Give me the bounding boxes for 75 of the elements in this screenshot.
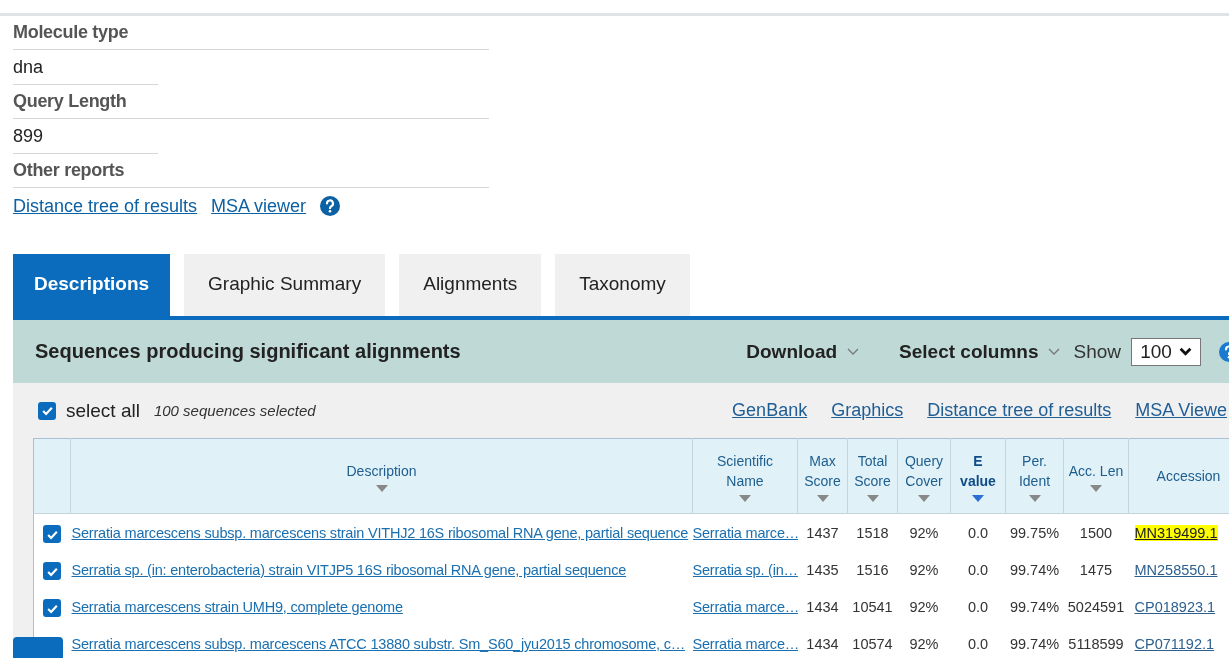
table-cell: 1437 xyxy=(806,524,839,541)
help-icon[interactable] xyxy=(320,196,341,216)
table-cell: 99.74% xyxy=(1009,561,1060,578)
dropdown-menu[interactable]: Download xyxy=(746,340,860,363)
sort-arrow-icon[interactable] xyxy=(375,484,388,492)
table-cell: 5024591 xyxy=(1067,598,1125,615)
table-cell: 10541 xyxy=(852,598,893,615)
table-cell: 1475 xyxy=(1079,561,1113,578)
sort-arrow-icon[interactable] xyxy=(972,494,984,502)
description-link[interactable]: Serratia marcescens strain UMH9, complete genome xyxy=(71,598,403,615)
selected-count: 100 sequences selected xyxy=(153,402,316,419)
table-cell: 0.0 xyxy=(967,561,989,578)
row-checkbox[interactable] xyxy=(43,562,62,581)
field-label: Query Length xyxy=(13,85,489,119)
field-label: Molecule type xyxy=(13,16,489,50)
sort-arrow-icon[interactable] xyxy=(1090,484,1102,492)
table-cell: 1500 xyxy=(1079,524,1113,541)
show-select[interactable]: 100 xyxy=(1131,337,1201,366)
tab[interactable]: Descriptions xyxy=(13,254,171,316)
description-link[interactable]: Serratia marcescens subsp. marcescens ATCC 13880 substr. Sm_S60_jyu2015 chromosome, c… xyxy=(71,635,686,652)
table-cell: 0.0 xyxy=(967,635,989,652)
table-cell: 1434 xyxy=(806,598,839,615)
accession-link[interactable]: CP018923.1 xyxy=(1134,598,1216,615)
table-cell: 92% xyxy=(909,598,939,615)
sort-arrow-icon[interactable] xyxy=(739,494,751,502)
toolbar-link[interactable]: Distance tree of results xyxy=(927,400,1112,421)
table-cell: 5118599 xyxy=(1068,635,1124,652)
table-cell: 99.75% xyxy=(1009,524,1060,541)
select-all-label: select all xyxy=(66,399,140,422)
panel-title: Sequences producing significant alignments xyxy=(35,340,461,363)
report-link[interactable]: Distance tree of results xyxy=(13,195,198,217)
sort-arrow-icon[interactable] xyxy=(1028,494,1041,502)
accession-link[interactable]: CP071192.1 xyxy=(1134,635,1215,652)
table-cell: 1435 xyxy=(806,561,839,578)
table-cell: 10574 xyxy=(852,635,893,652)
select-all-checkbox[interactable] xyxy=(38,401,56,420)
column-header[interactable]: Accession xyxy=(1156,466,1221,486)
field-value: 899 xyxy=(13,119,158,154)
accession-link[interactable]: MN319499.1 xyxy=(1134,524,1218,541)
row-checkbox[interactable] xyxy=(43,525,62,544)
description-link[interactable]: Serratia sp. (in: enterobacteria) strain VITJP5 16S ribosomal RNA gene, partial sequence xyxy=(71,561,627,578)
dropdown-menu[interactable]: Select columns xyxy=(899,340,1061,363)
table-cell: 92% xyxy=(909,635,939,652)
sort-arrow-icon[interactable] xyxy=(918,494,930,502)
description-link[interactable]: Serratia marcescens subsp. marcescens strain VITHJ2 16S ribosomal RNA gene, partial sequence xyxy=(71,524,689,541)
column-header[interactable]: Description xyxy=(346,460,417,481)
field-label: Other reports xyxy=(13,154,489,188)
accession-link[interactable]: MN258550.1 xyxy=(1134,561,1218,578)
scientific-name-link[interactable]: Serratia marce… xyxy=(692,635,798,652)
table-cell: 1516 xyxy=(856,561,889,578)
table-cell: 0.0 xyxy=(967,524,989,541)
sort-arrow-icon[interactable] xyxy=(816,494,829,502)
tab[interactable]: Alignments xyxy=(399,254,542,316)
table-cell: 0.0 xyxy=(967,598,989,615)
table-cell: 92% xyxy=(909,561,939,578)
scientific-name-link[interactable]: Serratia marce… xyxy=(692,598,798,615)
show-label: Show xyxy=(1073,340,1121,363)
table-cell: 99.74% xyxy=(1009,598,1060,615)
toolbar-link[interactable]: Graphics xyxy=(831,400,904,421)
sort-arrow-icon[interactable] xyxy=(866,494,879,502)
toolbar-link[interactable]: GenBank xyxy=(732,400,808,421)
row-checkbox[interactable] xyxy=(43,599,62,618)
scientific-name-link[interactable]: Serratia sp. (in… xyxy=(692,561,798,578)
tab[interactable]: Graphic Summary xyxy=(184,254,386,316)
field-value: dna xyxy=(13,50,158,85)
tab[interactable]: Taxonomy xyxy=(555,254,690,316)
checkmark-icon xyxy=(40,404,54,417)
table-cell: 1518 xyxy=(856,524,889,541)
chevron-down-icon[interactable] xyxy=(1178,347,1192,356)
toolbar-link[interactable]: MSA Viewe xyxy=(1135,400,1227,421)
table-cell: 1434 xyxy=(806,635,839,652)
table-cell: 92% xyxy=(909,524,939,541)
report-link[interactable]: MSA viewer xyxy=(211,195,307,217)
scientific-name-link[interactable]: Serratia marce… xyxy=(692,524,798,541)
table-cell: 99.74% xyxy=(1009,635,1060,652)
